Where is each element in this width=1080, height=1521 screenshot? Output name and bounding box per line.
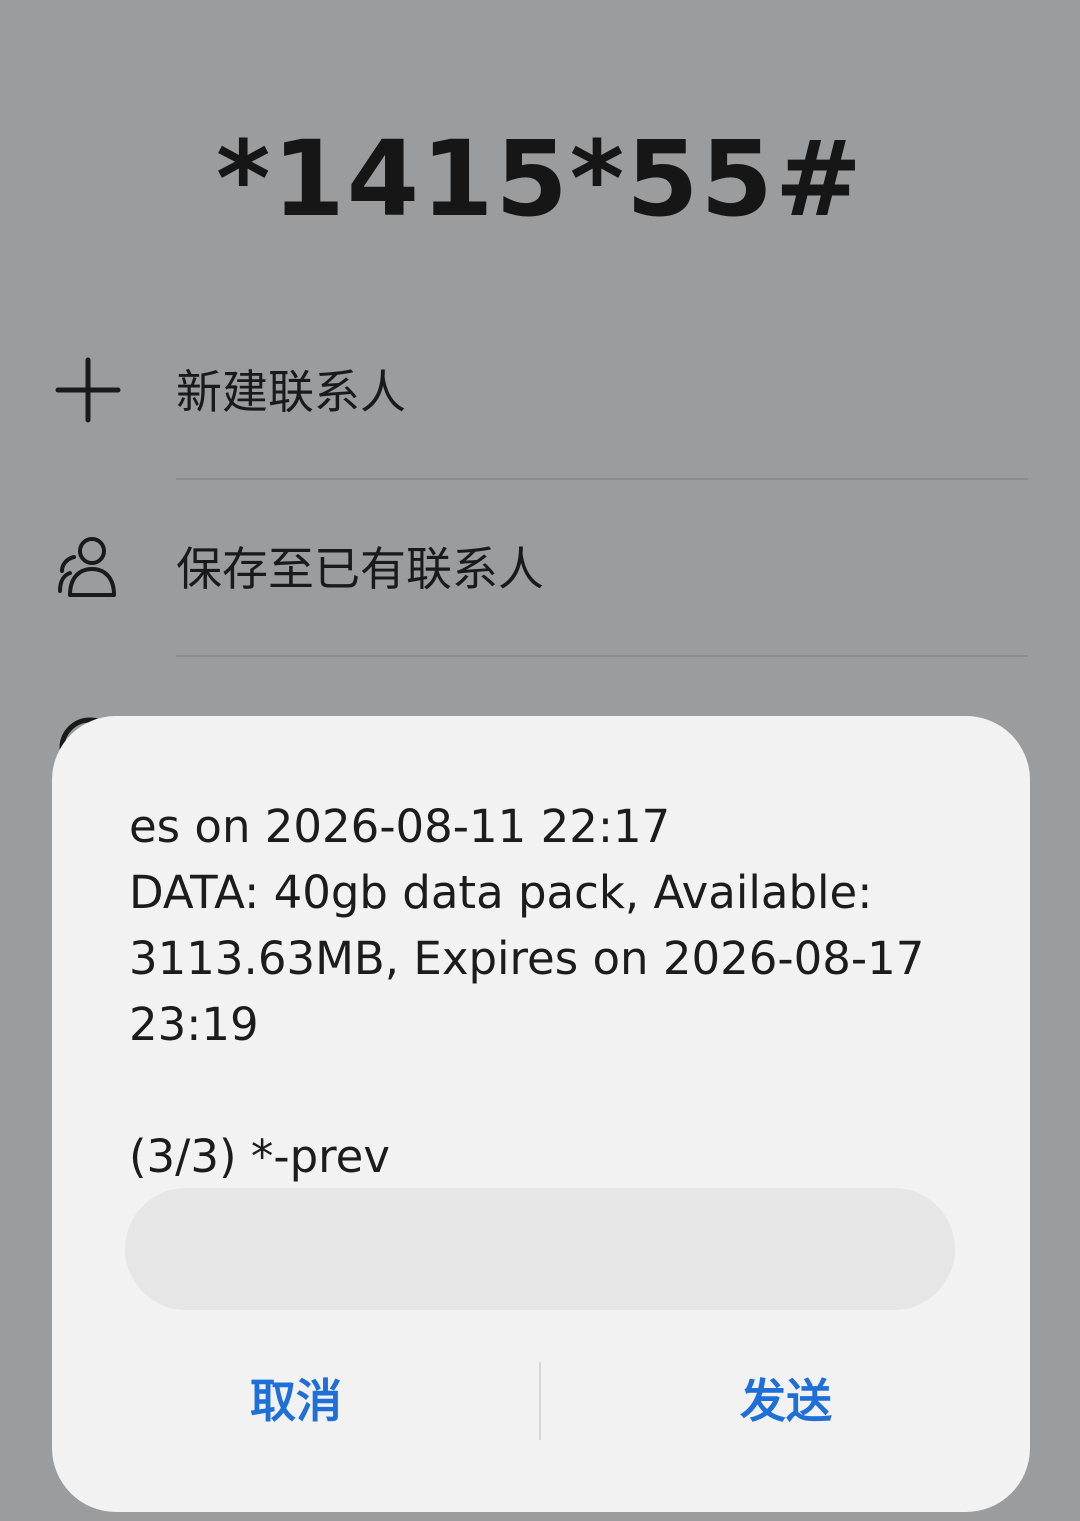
option-divider: [176, 655, 1028, 657]
dialed-number: *1415*55#: [215, 118, 865, 240]
send-button[interactable]: 发送: [542, 1356, 1030, 1446]
save-to-existing-contact-option[interactable]: 保存至已有联系人: [0, 503, 1080, 623]
contacts-icon: [52, 531, 124, 603]
new-contact-label: 新建联系人: [176, 365, 406, 419]
ussd-reply-input[interactable]: [125, 1188, 955, 1310]
plus-icon: [52, 354, 124, 426]
option-divider: [176, 478, 1028, 480]
save-to-existing-contact-label: 保存至已有联系人: [176, 542, 544, 596]
new-contact-option[interactable]: 新建联系人: [0, 326, 1080, 446]
cancel-button[interactable]: 取消: [52, 1356, 540, 1446]
ussd-dialog: es on 2026-08-11 22:17 DATA: 40gb data p…: [52, 716, 1030, 1512]
ussd-message: es on 2026-08-11 22:17 DATA: 40gb data p…: [129, 800, 925, 1183]
actions-divider: [539, 1362, 541, 1440]
dialog-actions: 取消 发送: [52, 1356, 1030, 1446]
